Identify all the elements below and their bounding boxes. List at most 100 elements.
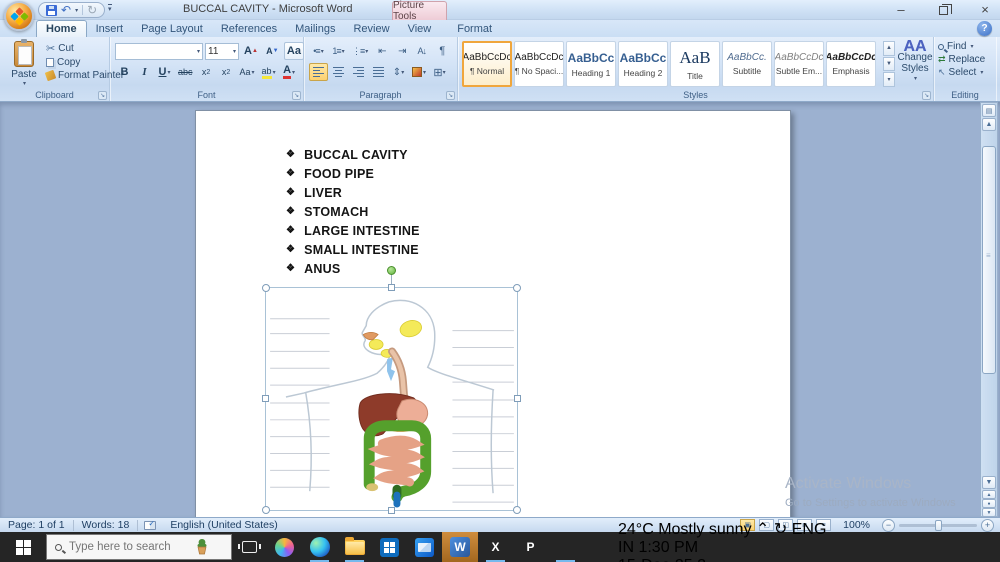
list-item[interactable]: ❖ BUCCAL CAVITY (286, 145, 420, 164)
bullets-button[interactable]: •≡ ▾ (309, 42, 328, 60)
replace-button[interactable]: ⇄ Replace (938, 54, 985, 65)
sync-icon[interactable]: ↻ (774, 521, 787, 538)
underline-button[interactable]: U ▾ (155, 63, 174, 81)
styles-dialog-launcher[interactable]: ↘ (922, 91, 931, 100)
zoom-slider-handle[interactable] (935, 519, 942, 531)
find-button[interactable]: Find ▾ (938, 41, 985, 52)
powerpoint-button[interactable]: P (513, 532, 548, 562)
tab-home[interactable]: Home (36, 20, 87, 37)
scroll-down-icon[interactable]: ▼ (982, 476, 996, 489)
list-item[interactable]: ❖ ANUS (286, 259, 420, 278)
font-name-combo[interactable]: ▾ (115, 42, 203, 60)
align-center-button[interactable] (329, 63, 348, 81)
change-case-button[interactable]: Aa ▾ (237, 63, 258, 81)
customize-qat-icon[interactable]: ▾ (108, 4, 112, 14)
align-right-button[interactable] (349, 63, 368, 81)
line-spacing-button[interactable]: ⇕ ▾ (389, 63, 408, 81)
office-button[interactable] (4, 1, 34, 31)
scroll-up-icon[interactable]: ▲ (982, 118, 996, 131)
highlight-button[interactable]: ab ▾ (259, 63, 279, 81)
weather-widget[interactable]: 24°C Mostly sunny (618, 521, 752, 538)
start-button[interactable] (0, 532, 46, 562)
paste-dropdown-icon[interactable]: ▾ (23, 80, 26, 87)
list-item[interactable]: ❖ SMALL INTESTINE (286, 240, 420, 259)
styles-scroll-up-icon[interactable]: ▲ (883, 41, 895, 56)
tab-review[interactable]: Review (344, 20, 398, 37)
style-heading1[interactable]: AaBbCc Heading 1 (566, 41, 616, 87)
minimize-button[interactable]: – (892, 2, 910, 18)
decrease-indent-button[interactable]: ⇤ (372, 42, 391, 60)
tab-format[interactable]: Format (448, 20, 501, 37)
list-item[interactable]: ❖ LIVER (286, 183, 420, 202)
outlook-button[interactable] (407, 532, 442, 562)
page-indicator[interactable]: Page: 1 of 1 (0, 519, 73, 531)
list-item[interactable]: ❖ STOMACH (286, 202, 420, 221)
language-indicator[interactable]: English (United States) (162, 519, 285, 531)
resize-handle-w[interactable] (262, 395, 269, 402)
justify-button[interactable] (369, 63, 388, 81)
resize-handle-n[interactable] (387, 284, 395, 291)
font-color-button[interactable]: A ▾ (280, 63, 299, 81)
select-browse-object-button[interactable]: ● (982, 499, 996, 508)
resize-handle-se[interactable] (513, 506, 521, 514)
help-button[interactable]: ? (977, 21, 992, 36)
style-subtle-emphasis[interactable]: AaBbCcDc Subtle Em... (774, 41, 824, 87)
restore-button[interactable] (934, 2, 952, 18)
word-taskbar-button-active[interactable]: W (442, 532, 478, 562)
zoom-in-button[interactable]: + (981, 518, 994, 532)
list-item[interactable]: ❖ FOOD PIPE (286, 164, 420, 183)
show-hide-pilcrow-button[interactable]: ¶ (432, 42, 451, 60)
change-styles-button[interactable]: AA Change Styles ▾ (897, 39, 932, 93)
style-heading2[interactable]: AaBbCc Heading 2 (618, 41, 668, 87)
style-subtitle[interactable]: AaBbCc. Subtitle (722, 41, 772, 87)
shrink-font-button[interactable]: A ▼ (263, 42, 282, 60)
copilot-button[interactable] (267, 532, 302, 562)
excel-button[interactable]: X (478, 532, 513, 562)
tab-references[interactable]: References (212, 20, 286, 37)
bold-button[interactable]: B (115, 63, 134, 81)
file-explorer-button[interactable] (337, 532, 372, 562)
task-view-button[interactable] (232, 532, 267, 562)
clear-formatting-button[interactable]: Aa (283, 42, 304, 60)
zoom-out-button[interactable]: − (882, 518, 895, 532)
digestive-system-diagram[interactable] (266, 288, 517, 510)
taskbar-search[interactable] (46, 534, 232, 560)
close-button[interactable]: × (976, 2, 994, 18)
chrome-button[interactable] (548, 532, 583, 562)
multilevel-list-button[interactable]: ⋮≡ ▾ (349, 42, 371, 60)
shading-button[interactable]: ▾ (409, 63, 429, 81)
numbering-button[interactable]: 1≡ ▾ (329, 42, 348, 60)
resize-handle-s[interactable] (387, 507, 395, 514)
subscript-button[interactable]: x2 (197, 63, 216, 81)
style-title[interactable]: AaB Title (670, 41, 720, 87)
styles-more-icon[interactable]: ▾ (883, 72, 895, 88)
word-count[interactable]: Words: 18 (74, 519, 138, 531)
redo-icon[interactable]: ↻ (87, 4, 97, 16)
select-button[interactable]: ↖ Select ▾ (938, 67, 985, 78)
scrollbar-thumb[interactable] (982, 146, 996, 374)
resize-handle-ne[interactable] (513, 284, 521, 292)
vertical-scrollbar[interactable]: ▤ ▲ ▼ ▲ ● ▼ (980, 102, 998, 517)
grow-font-button[interactable]: A ▲ (241, 42, 261, 60)
superscript-button[interactable]: x2 (217, 63, 236, 81)
ruler-toggle-button[interactable]: ▤ (982, 104, 996, 117)
paragraph-dialog-launcher[interactable]: ↘ (446, 91, 455, 100)
tab-page-layout[interactable]: Page Layout (132, 20, 212, 37)
resize-handle-e[interactable] (514, 395, 521, 402)
tab-insert[interactable]: Insert (87, 20, 133, 37)
microsoft-store-button[interactable] (372, 532, 407, 562)
italic-button[interactable]: I (135, 63, 154, 81)
style-normal[interactable]: AaBbCcDc ¶ Normal (462, 41, 512, 87)
resize-handle-sw[interactable] (262, 506, 270, 514)
tab-view[interactable]: View (399, 20, 441, 37)
zoom-slider[interactable] (899, 519, 977, 531)
sort-button[interactable]: A↓ (412, 42, 431, 60)
align-left-button[interactable] (309, 63, 328, 81)
action-center-button[interactable]: 2 (697, 557, 706, 562)
proofing-status-icon[interactable] (144, 519, 157, 530)
resize-handle-nw[interactable] (262, 284, 270, 292)
selected-image-frame[interactable] (262, 266, 521, 514)
tab-mailings[interactable]: Mailings (286, 20, 344, 37)
zoom-level[interactable]: 100% (835, 519, 878, 531)
search-input[interactable] (69, 541, 187, 553)
